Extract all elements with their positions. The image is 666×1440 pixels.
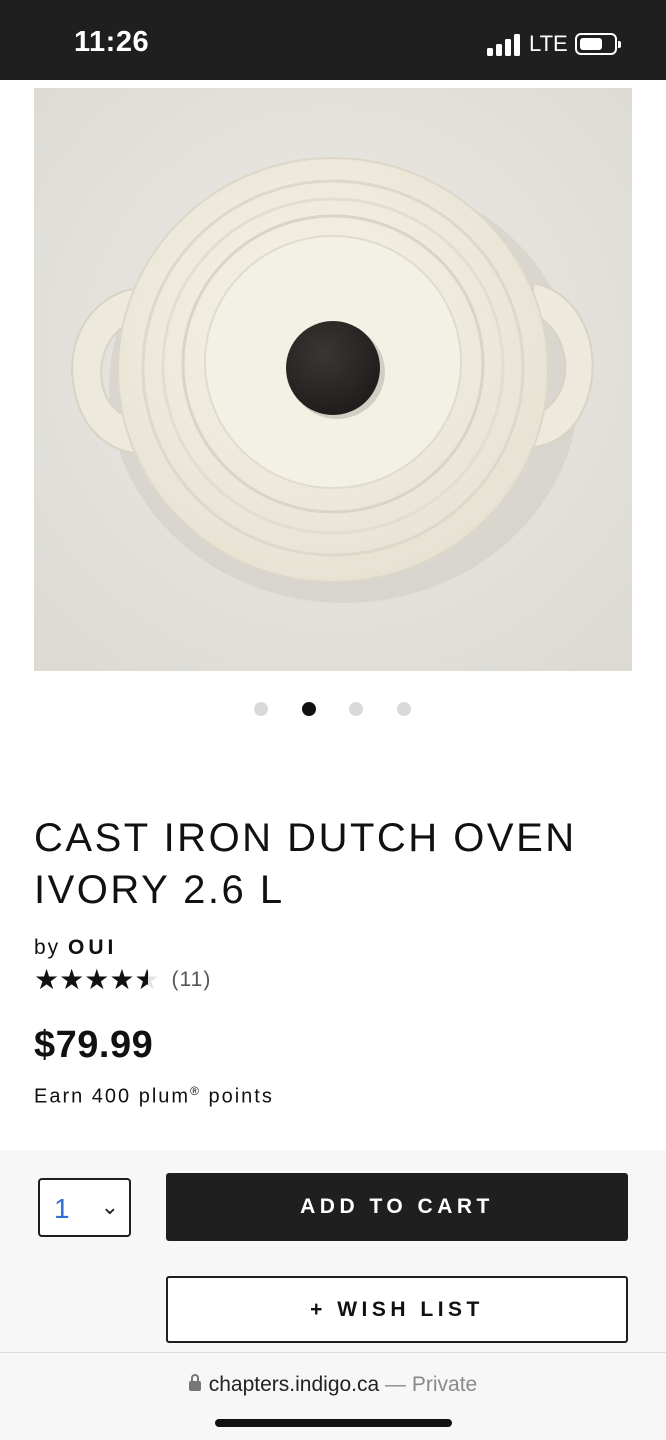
review-count[interactable]: (11) bbox=[172, 968, 212, 992]
star-icon: ★ bbox=[109, 964, 135, 995]
brand-line: by OUI bbox=[34, 936, 117, 960]
url-text[interactable]: chapters.indigo.ca bbox=[209, 1373, 379, 1396]
signal-bars-icon bbox=[487, 34, 521, 56]
points-prefix: Earn 400 plum bbox=[34, 1085, 191, 1108]
plum-points: Earn 400 plum® points bbox=[34, 1084, 274, 1109]
star-icon: ★ bbox=[34, 964, 60, 995]
by-label: by bbox=[34, 936, 61, 959]
dutch-oven-photo bbox=[34, 88, 632, 671]
battery-icon bbox=[575, 33, 621, 55]
carousel-dot-active[interactable] bbox=[302, 702, 316, 716]
carousel-dot[interactable] bbox=[397, 702, 411, 716]
lock-icon bbox=[188, 1374, 201, 1392]
carousel-dot[interactable] bbox=[254, 702, 268, 716]
network-type: LTE bbox=[529, 31, 568, 56]
quantity-value: 1 bbox=[54, 1193, 70, 1224]
rating[interactable]: ★ ★ ★ ★ ★ (11) bbox=[34, 964, 211, 996]
browser-address-bar: chapters.indigo.ca — Private bbox=[0, 1352, 666, 1440]
url-row[interactable]: chapters.indigo.ca — Private bbox=[0, 1373, 666, 1397]
status-bar: 11:26 LTE bbox=[0, 0, 666, 80]
product-title: CAST IRON DUTCH OVEN IVORY 2.6 L bbox=[34, 816, 577, 912]
url-separator: — bbox=[379, 1373, 412, 1396]
home-indicator[interactable] bbox=[215, 1419, 452, 1427]
half-star-icon: ★ bbox=[134, 965, 159, 996]
chevron-down-icon: ⌄ bbox=[100, 1194, 119, 1219]
star-icon: ★ bbox=[84, 964, 110, 995]
star-rating: ★ ★ ★ ★ ★ bbox=[34, 964, 160, 996]
price: $79.99 bbox=[34, 1024, 154, 1066]
status-time: 11:26 bbox=[74, 26, 150, 58]
product-image[interactable] bbox=[34, 88, 632, 671]
quantity-select[interactable]: 1 ⌄ bbox=[38, 1178, 131, 1237]
registered-mark: ® bbox=[190, 1084, 201, 1098]
star-icon: ★ bbox=[59, 964, 85, 995]
brand-link[interactable]: OUI bbox=[68, 936, 117, 959]
points-suffix: points bbox=[200, 1085, 274, 1108]
image-carousel-dots bbox=[0, 702, 666, 716]
wish-list-button[interactable]: + WISH LIST bbox=[166, 1276, 628, 1343]
private-label: Private bbox=[411, 1373, 478, 1396]
add-to-cart-button[interactable]: ADD TO CART bbox=[166, 1173, 628, 1241]
carousel-dot[interactable] bbox=[349, 702, 363, 716]
